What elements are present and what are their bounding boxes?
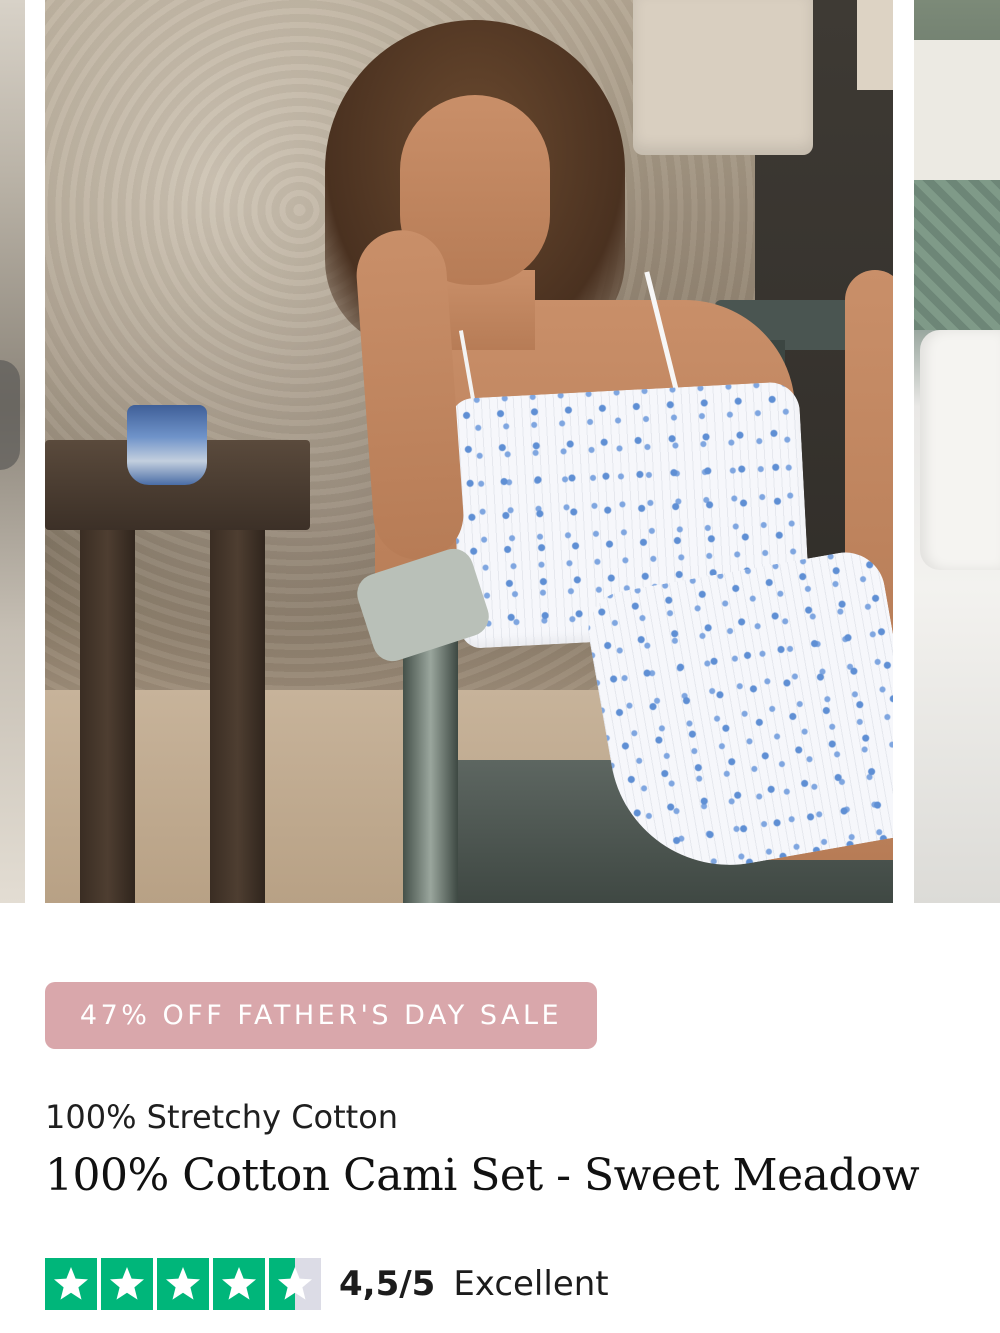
rating-label: Excellent (453, 1264, 609, 1304)
star-icon (269, 1258, 321, 1310)
star-icon (45, 1258, 97, 1310)
star-icon (101, 1258, 153, 1310)
rating-value: 4,5/5 (339, 1264, 436, 1304)
next-product-image[interactable] (914, 0, 1000, 903)
ceramic-cup (127, 405, 207, 485)
sale-badge: 47% OFF FATHER'S DAY SALE (45, 982, 597, 1049)
product-image-carousel[interactable] (0, 0, 1000, 903)
product-photo[interactable] (45, 0, 893, 903)
table-leg (80, 530, 135, 903)
star-icon (213, 1258, 265, 1310)
product-title: 100% Cotton Cami Set - Sweet Meadow (45, 1150, 920, 1201)
previous-image-detail (0, 360, 20, 470)
table-leg (210, 530, 265, 903)
hanging-towel (633, 0, 813, 155)
next-image-pattern (914, 180, 1000, 330)
rating-summary[interactable]: 4,5/5 Excellent (45, 1258, 609, 1310)
product-subtitle: 100% Stretchy Cotton (45, 1098, 399, 1136)
chair-front-leg (403, 630, 458, 903)
next-image-pillow (920, 330, 1000, 570)
star-rating (45, 1258, 321, 1310)
star-icon (157, 1258, 209, 1310)
next-image-frame (914, 40, 1000, 186)
previous-product-image[interactable] (0, 0, 25, 903)
hanging-towel-2 (857, 0, 893, 90)
